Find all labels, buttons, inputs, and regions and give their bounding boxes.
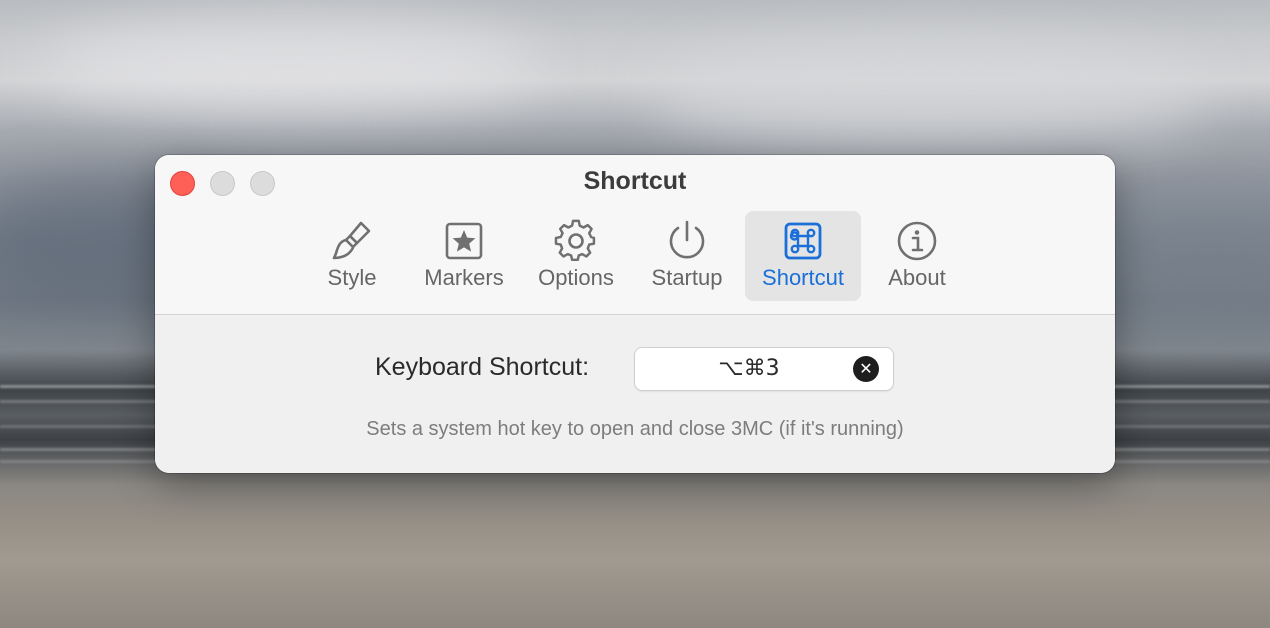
star-square-icon [445,222,483,260]
gear-icon [554,219,596,262]
info-circle-icon [897,221,937,261]
power-icon [669,220,705,259]
tab-about-label: About [888,265,946,290]
shortcut-value: ⌥⌘3 [718,356,780,381]
tab-shortcut[interactable]: Shortcut [745,211,861,301]
command-key-icon [784,222,822,260]
paintbrush-icon [332,221,371,260]
window-title: Shortcut [583,167,687,195]
tab-style[interactable]: Style [309,211,395,301]
tab-shortcut-label: Shortcut [762,265,844,290]
tab-markers[interactable]: Markers [415,211,513,301]
tab-startup[interactable]: Startup [641,211,733,301]
tab-style-label: Style [327,265,377,290]
window-toolbar: Shortcut Style Markers Options Startup S… [155,155,1115,315]
tab-options-label: Options [538,265,614,290]
keyboard-shortcut-label: Keyboard Shortcut: [375,353,590,381]
shortcut-pane: Keyboard Shortcut: ⌥⌘3 ✕ Sets a system h… [155,316,1115,473]
shortcut-recorder-field[interactable]: ⌥⌘3 ✕ [635,348,893,390]
tab-options[interactable]: Options [529,211,623,301]
preferences-window: Shortcut Style Markers Options Startup S… [155,155,1115,473]
tab-markers-label: Markers [424,265,504,290]
tab-about[interactable]: About [877,211,957,301]
clear-shortcut-icon[interactable]: ✕ [853,356,879,382]
tab-startup-label: Startup [651,265,723,290]
shortcut-hint: Sets a system hot key to open and close … [366,418,904,440]
